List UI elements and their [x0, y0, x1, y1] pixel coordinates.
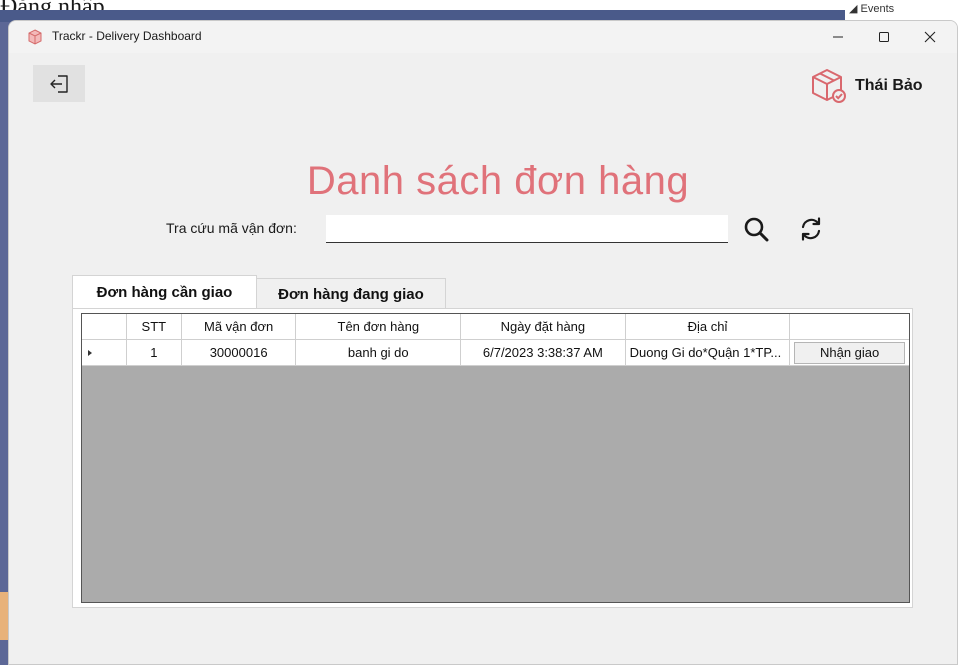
- row-pointer-icon: [88, 349, 92, 356]
- column-header-action: [790, 314, 909, 340]
- cell-name[interactable]: banh gi do: [296, 340, 462, 366]
- tab-orders-delivering[interactable]: Đơn hàng đang giao: [257, 278, 446, 309]
- column-header-address[interactable]: Địa chỉ: [625, 314, 791, 340]
- close-button[interactable]: [907, 21, 953, 53]
- column-header-date[interactable]: Ngày đặt hàng: [461, 314, 626, 340]
- tab-panel: STT Mã vận đơn Tên đơn hàng Ngày đặt hàn…: [72, 308, 913, 608]
- column-header-name[interactable]: Tên đơn hàng: [296, 314, 462, 340]
- user-profile: Thái Bảo: [809, 66, 923, 106]
- refresh-icon: [801, 217, 821, 241]
- column-header-code[interactable]: Mã vận đơn: [181, 314, 297, 340]
- column-header-stt[interactable]: STT: [126, 314, 182, 340]
- accept-delivery-button[interactable]: Nhận giao: [794, 341, 906, 364]
- table-row[interactable]: 1 30000016 banh gi do 6/7/2023 3:38:37 A…: [82, 340, 909, 366]
- search-label: Tra cứu mã vận đơn:: [166, 220, 297, 236]
- search-icon: [744, 217, 769, 242]
- minimize-button[interactable]: [815, 21, 861, 53]
- orders-grid[interactable]: STT Mã vận đơn Tên đơn hàng Ngày đặt hàn…: [81, 313, 910, 603]
- minimize-icon: [833, 36, 843, 38]
- window-title: Trackr - Delivery Dashboard: [52, 29, 202, 43]
- search-input[interactable]: [326, 215, 728, 243]
- maximize-icon: [879, 32, 889, 42]
- close-icon: [924, 31, 936, 43]
- cell-date[interactable]: 6/7/2023 3:38:37 AM: [461, 340, 626, 366]
- cell-code[interactable]: 30000016: [181, 340, 297, 366]
- maximize-button[interactable]: [861, 21, 907, 53]
- background-events-label: ◢ Events: [849, 3, 895, 15]
- order-tabs: Đơn hàng cần giao Đơn hàng đang giao: [72, 275, 446, 309]
- title-bar: Trackr - Delivery Dashboard: [9, 21, 957, 53]
- cell-action: Nhận giao: [790, 340, 909, 366]
- logout-icon: [50, 74, 68, 93]
- search-button[interactable]: [739, 212, 773, 246]
- background-left-strip: [0, 592, 8, 640]
- cell-address[interactable]: Duong Gi do*Quận 1*TP...: [625, 340, 791, 366]
- user-name: Thái Bảo: [855, 77, 923, 94]
- table-header-row: STT Mã vận đơn Tên đơn hàng Ngày đặt hàn…: [82, 314, 909, 340]
- package-icon: [28, 29, 42, 45]
- tab-orders-to-deliver[interactable]: Đơn hàng cần giao: [72, 275, 257, 309]
- page-title: Danh sách đơn hàng: [306, 159, 690, 203]
- row-selector[interactable]: [82, 340, 127, 366]
- column-header-row-selector: [82, 314, 127, 340]
- refresh-button[interactable]: [794, 212, 828, 246]
- package-check-icon: [812, 69, 846, 103]
- app-window: Trackr - Delivery Dashboard Thái Bảo Dan…: [8, 20, 958, 665]
- logout-button[interactable]: [33, 65, 85, 102]
- cell-stt[interactable]: 1: [126, 340, 182, 366]
